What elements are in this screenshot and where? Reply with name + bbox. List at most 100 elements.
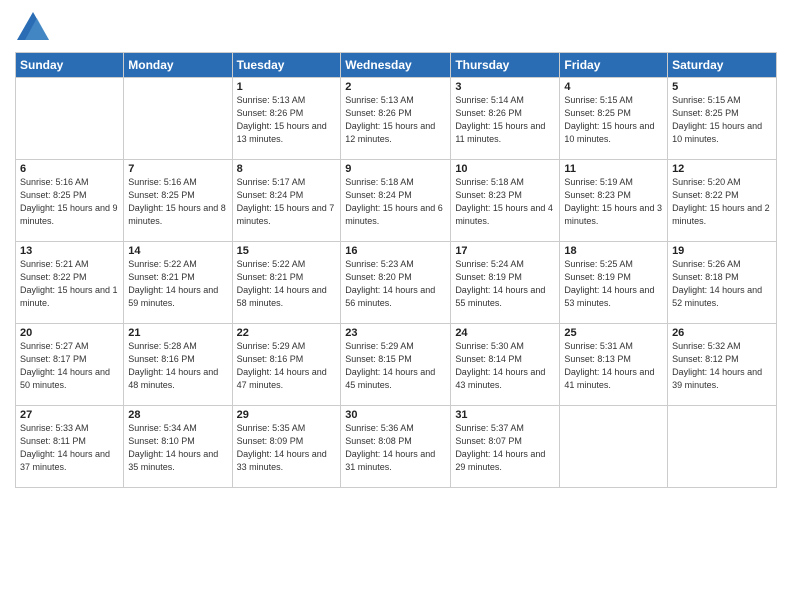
col-wednesday: Wednesday: [341, 53, 451, 78]
day-info: Sunrise: 5:16 AM Sunset: 8:25 PM Dayligh…: [128, 176, 227, 228]
day-info: Sunrise: 5:18 AM Sunset: 8:23 PM Dayligh…: [455, 176, 555, 228]
calendar-week-row: 6Sunrise: 5:16 AM Sunset: 8:25 PM Daylig…: [16, 160, 777, 242]
table-row: 23Sunrise: 5:29 AM Sunset: 8:15 PM Dayli…: [341, 324, 451, 406]
day-number: 4: [564, 81, 663, 93]
header: [15, 10, 777, 46]
day-number: 17: [455, 245, 555, 257]
day-info: Sunrise: 5:37 AM Sunset: 8:07 PM Dayligh…: [455, 422, 555, 474]
table-row: [124, 78, 232, 160]
day-info: Sunrise: 5:13 AM Sunset: 8:26 PM Dayligh…: [237, 94, 337, 146]
day-number: 21: [128, 327, 227, 339]
day-number: 25: [564, 327, 663, 339]
calendar-week-row: 13Sunrise: 5:21 AM Sunset: 8:22 PM Dayli…: [16, 242, 777, 324]
day-number: 31: [455, 409, 555, 421]
day-info: Sunrise: 5:16 AM Sunset: 8:25 PM Dayligh…: [20, 176, 119, 228]
day-info: Sunrise: 5:18 AM Sunset: 8:24 PM Dayligh…: [345, 176, 446, 228]
calendar-header-row: Sunday Monday Tuesday Wednesday Thursday…: [16, 53, 777, 78]
table-row: 15Sunrise: 5:22 AM Sunset: 8:21 PM Dayli…: [232, 242, 341, 324]
day-info: Sunrise: 5:27 AM Sunset: 8:17 PM Dayligh…: [20, 340, 119, 392]
day-info: Sunrise: 5:15 AM Sunset: 8:25 PM Dayligh…: [672, 94, 772, 146]
page: Sunday Monday Tuesday Wednesday Thursday…: [0, 0, 792, 612]
logo: [15, 10, 55, 46]
table-row: 24Sunrise: 5:30 AM Sunset: 8:14 PM Dayli…: [451, 324, 560, 406]
day-info: Sunrise: 5:33 AM Sunset: 8:11 PM Dayligh…: [20, 422, 119, 474]
day-info: Sunrise: 5:22 AM Sunset: 8:21 PM Dayligh…: [128, 258, 227, 310]
table-row: 29Sunrise: 5:35 AM Sunset: 8:09 PM Dayli…: [232, 406, 341, 488]
table-row: 10Sunrise: 5:18 AM Sunset: 8:23 PM Dayli…: [451, 160, 560, 242]
table-row: [668, 406, 777, 488]
calendar-table: Sunday Monday Tuesday Wednesday Thursday…: [15, 52, 777, 488]
day-info: Sunrise: 5:13 AM Sunset: 8:26 PM Dayligh…: [345, 94, 446, 146]
table-row: 14Sunrise: 5:22 AM Sunset: 8:21 PM Dayli…: [124, 242, 232, 324]
table-row: 11Sunrise: 5:19 AM Sunset: 8:23 PM Dayli…: [560, 160, 668, 242]
day-number: 1: [237, 81, 337, 93]
table-row: 19Sunrise: 5:26 AM Sunset: 8:18 PM Dayli…: [668, 242, 777, 324]
day-info: Sunrise: 5:20 AM Sunset: 8:22 PM Dayligh…: [672, 176, 772, 228]
day-info: Sunrise: 5:36 AM Sunset: 8:08 PM Dayligh…: [345, 422, 446, 474]
calendar-week-row: 27Sunrise: 5:33 AM Sunset: 8:11 PM Dayli…: [16, 406, 777, 488]
col-thursday: Thursday: [451, 53, 560, 78]
table-row: 5Sunrise: 5:15 AM Sunset: 8:25 PM Daylig…: [668, 78, 777, 160]
table-row: 12Sunrise: 5:20 AM Sunset: 8:22 PM Dayli…: [668, 160, 777, 242]
day-info: Sunrise: 5:15 AM Sunset: 8:25 PM Dayligh…: [564, 94, 663, 146]
day-number: 12: [672, 163, 772, 175]
day-info: Sunrise: 5:19 AM Sunset: 8:23 PM Dayligh…: [564, 176, 663, 228]
day-number: 14: [128, 245, 227, 257]
table-row: 13Sunrise: 5:21 AM Sunset: 8:22 PM Dayli…: [16, 242, 124, 324]
calendar-week-row: 1Sunrise: 5:13 AM Sunset: 8:26 PM Daylig…: [16, 78, 777, 160]
table-row: 20Sunrise: 5:27 AM Sunset: 8:17 PM Dayli…: [16, 324, 124, 406]
day-number: 7: [128, 163, 227, 175]
day-number: 28: [128, 409, 227, 421]
table-row: [16, 78, 124, 160]
day-info: Sunrise: 5:17 AM Sunset: 8:24 PM Dayligh…: [237, 176, 337, 228]
day-number: 8: [237, 163, 337, 175]
table-row: 26Sunrise: 5:32 AM Sunset: 8:12 PM Dayli…: [668, 324, 777, 406]
day-number: 20: [20, 327, 119, 339]
table-row: 3Sunrise: 5:14 AM Sunset: 8:26 PM Daylig…: [451, 78, 560, 160]
table-row: 22Sunrise: 5:29 AM Sunset: 8:16 PM Dayli…: [232, 324, 341, 406]
table-row: 31Sunrise: 5:37 AM Sunset: 8:07 PM Dayli…: [451, 406, 560, 488]
table-row: 1Sunrise: 5:13 AM Sunset: 8:26 PM Daylig…: [232, 78, 341, 160]
table-row: 30Sunrise: 5:36 AM Sunset: 8:08 PM Dayli…: [341, 406, 451, 488]
day-info: Sunrise: 5:14 AM Sunset: 8:26 PM Dayligh…: [455, 94, 555, 146]
day-number: 24: [455, 327, 555, 339]
table-row: 17Sunrise: 5:24 AM Sunset: 8:19 PM Dayli…: [451, 242, 560, 324]
day-number: 22: [237, 327, 337, 339]
table-row: 4Sunrise: 5:15 AM Sunset: 8:25 PM Daylig…: [560, 78, 668, 160]
day-number: 2: [345, 81, 446, 93]
day-info: Sunrise: 5:30 AM Sunset: 8:14 PM Dayligh…: [455, 340, 555, 392]
day-info: Sunrise: 5:21 AM Sunset: 8:22 PM Dayligh…: [20, 258, 119, 310]
day-number: 16: [345, 245, 446, 257]
day-number: 29: [237, 409, 337, 421]
table-row: [560, 406, 668, 488]
day-info: Sunrise: 5:26 AM Sunset: 8:18 PM Dayligh…: [672, 258, 772, 310]
day-info: Sunrise: 5:31 AM Sunset: 8:13 PM Dayligh…: [564, 340, 663, 392]
day-info: Sunrise: 5:28 AM Sunset: 8:16 PM Dayligh…: [128, 340, 227, 392]
calendar-week-row: 20Sunrise: 5:27 AM Sunset: 8:17 PM Dayli…: [16, 324, 777, 406]
logo-icon: [15, 10, 51, 46]
day-number: 5: [672, 81, 772, 93]
table-row: 8Sunrise: 5:17 AM Sunset: 8:24 PM Daylig…: [232, 160, 341, 242]
day-number: 11: [564, 163, 663, 175]
day-number: 13: [20, 245, 119, 257]
table-row: 9Sunrise: 5:18 AM Sunset: 8:24 PM Daylig…: [341, 160, 451, 242]
day-info: Sunrise: 5:35 AM Sunset: 8:09 PM Dayligh…: [237, 422, 337, 474]
day-info: Sunrise: 5:22 AM Sunset: 8:21 PM Dayligh…: [237, 258, 337, 310]
day-number: 30: [345, 409, 446, 421]
table-row: 18Sunrise: 5:25 AM Sunset: 8:19 PM Dayli…: [560, 242, 668, 324]
col-friday: Friday: [560, 53, 668, 78]
day-info: Sunrise: 5:25 AM Sunset: 8:19 PM Dayligh…: [564, 258, 663, 310]
day-number: 26: [672, 327, 772, 339]
col-saturday: Saturday: [668, 53, 777, 78]
day-number: 6: [20, 163, 119, 175]
day-number: 10: [455, 163, 555, 175]
day-info: Sunrise: 5:29 AM Sunset: 8:15 PM Dayligh…: [345, 340, 446, 392]
day-number: 18: [564, 245, 663, 257]
day-info: Sunrise: 5:34 AM Sunset: 8:10 PM Dayligh…: [128, 422, 227, 474]
table-row: 25Sunrise: 5:31 AM Sunset: 8:13 PM Dayli…: [560, 324, 668, 406]
table-row: 2Sunrise: 5:13 AM Sunset: 8:26 PM Daylig…: [341, 78, 451, 160]
day-info: Sunrise: 5:32 AM Sunset: 8:12 PM Dayligh…: [672, 340, 772, 392]
day-info: Sunrise: 5:29 AM Sunset: 8:16 PM Dayligh…: [237, 340, 337, 392]
day-info: Sunrise: 5:24 AM Sunset: 8:19 PM Dayligh…: [455, 258, 555, 310]
table-row: 6Sunrise: 5:16 AM Sunset: 8:25 PM Daylig…: [16, 160, 124, 242]
